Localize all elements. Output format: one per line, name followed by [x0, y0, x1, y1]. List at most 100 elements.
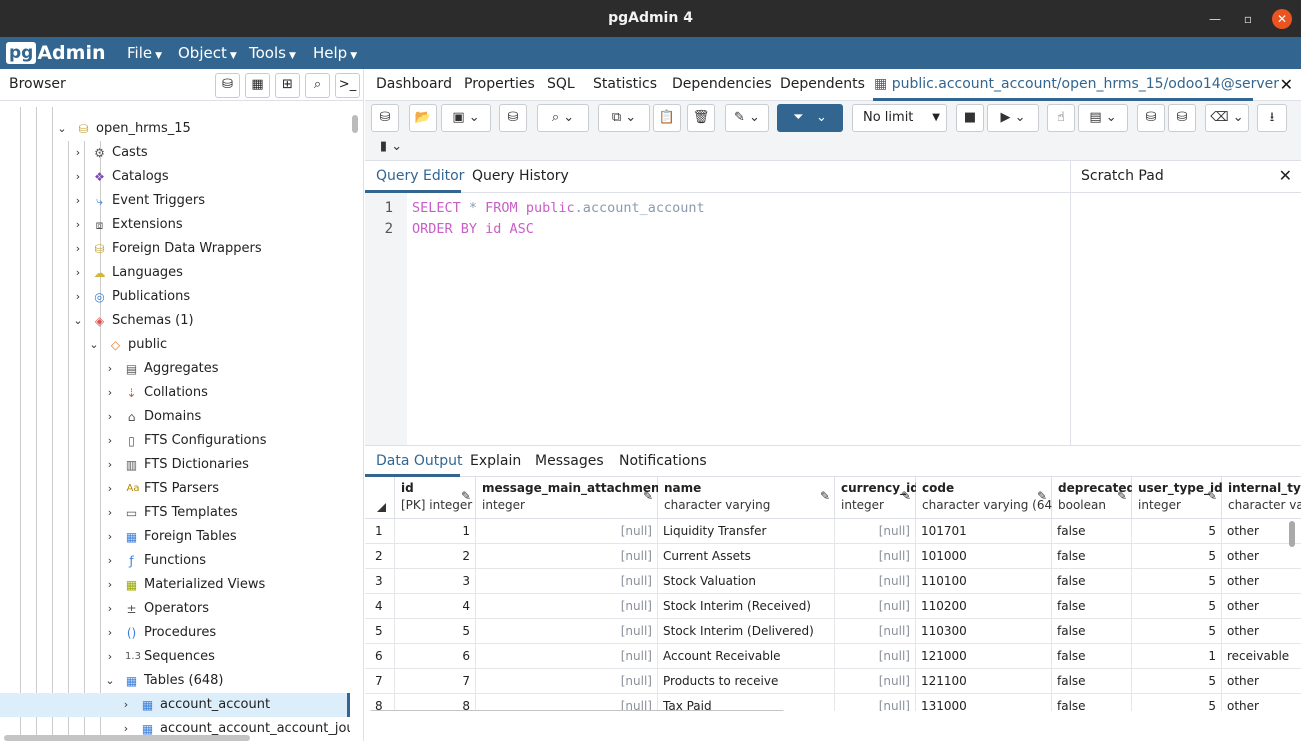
tree-item[interactable]: ⌄ ⛁ open_hrms_15 — [0, 117, 350, 141]
tab-statistics[interactable]: Statistics — [593, 76, 657, 92]
tab-messages[interactable]: Messages — [535, 453, 604, 469]
psql-tool-icon[interactable]: >_ — [335, 73, 360, 98]
menu-file[interactable]: File ▼ — [127, 37, 162, 69]
table-cell[interactable]: Tax Paid — [658, 694, 835, 711]
table-cell[interactable]: 1 — [1132, 644, 1222, 669]
table-cell[interactable]: [null] — [835, 619, 916, 644]
table-cell[interactable]: 110300 — [916, 619, 1052, 644]
table-cell[interactable]: other — [1222, 594, 1301, 619]
chevron-right-icon[interactable]: › — [104, 549, 116, 573]
table-cell[interactable]: other — [1222, 669, 1301, 694]
table-cell[interactable]: [null] — [476, 669, 658, 694]
tab-dashboard[interactable]: Dashboard — [376, 76, 452, 92]
chevron-right-icon[interactable]: › — [104, 501, 116, 525]
table-cell[interactable]: Products to receive — [658, 669, 835, 694]
tree-item[interactable]: › () Procedures — [0, 621, 350, 645]
table-cell[interactable]: [null] — [476, 544, 658, 569]
tree-vertical-scrollbar[interactable] — [352, 115, 358, 133]
tree-item[interactable]: › ▦ Materialized Views — [0, 573, 350, 597]
paste-icon[interactable]: 📋 — [653, 104, 681, 132]
chevron-right-icon[interactable]: › — [104, 453, 116, 477]
tab-properties[interactable]: Properties — [464, 76, 535, 92]
tab-dependents[interactable]: Dependents — [780, 76, 865, 92]
table-cell[interactable]: [null] — [835, 569, 916, 594]
table-cell[interactable]: false — [1052, 669, 1132, 694]
tree-item[interactable]: › ◎ Publications — [0, 285, 350, 309]
tab-query-history[interactable]: Query History — [472, 168, 569, 184]
tree-item[interactable]: › Aa FTS Parsers — [0, 477, 350, 501]
explain-analyze-icon[interactable]: ▤ ⌄ — [1078, 104, 1128, 132]
table-cell[interactable]: false — [1052, 519, 1132, 544]
chevron-right-icon[interactable]: › — [104, 645, 116, 669]
table-cell[interactable]: other — [1222, 569, 1301, 594]
chevron-right-icon[interactable]: › — [72, 261, 84, 285]
tree-item[interactable]: › ▦ account_account_account_journa — [0, 717, 350, 735]
grid-vertical-scrollbar[interactable] — [1289, 521, 1295, 547]
table-cell[interactable]: [null] — [476, 569, 658, 594]
select-all-corner[interactable] — [365, 477, 395, 519]
filter-rows-icon[interactable]: ⊞ — [275, 73, 300, 98]
macros-icon[interactable]: ▮ ⌄ — [371, 134, 411, 162]
chevron-right-icon[interactable]: › — [104, 477, 116, 501]
explain-icon[interactable]: ☝ — [1047, 104, 1075, 132]
tab-sql[interactable]: SQL — [547, 76, 575, 92]
tree-item[interactable]: › ⌂ Domains — [0, 405, 350, 429]
view-data-icon[interactable]: ▦ — [245, 73, 270, 98]
chevron-right-icon[interactable]: › — [72, 285, 84, 309]
table-cell[interactable]: false — [1052, 619, 1132, 644]
table-cell[interactable]: [null] — [476, 519, 658, 544]
table-cell[interactable]: false — [1052, 569, 1132, 594]
row-number[interactable]: 8 — [365, 694, 395, 711]
tree-item[interactable]: › ❖ Catalogs — [0, 165, 350, 189]
save-data-icon[interactable]: ⛁ — [499, 104, 527, 132]
table-cell[interactable]: [null] — [476, 594, 658, 619]
table-cell[interactable]: 110100 — [916, 569, 1052, 594]
tree-item[interactable]: › ⇣ Collations — [0, 381, 350, 405]
table-cell[interactable]: [null] — [835, 644, 916, 669]
chevron-down-icon[interactable]: ⌄ — [56, 117, 68, 141]
table-cell[interactable]: Stock Valuation — [658, 569, 835, 594]
limit-select[interactable]: No limit ▼ — [852, 104, 947, 132]
close-tab-icon[interactable]: ✕ — [1280, 75, 1293, 94]
tree-item[interactable]: › ⛁ Foreign Data Wrappers — [0, 237, 350, 261]
tree-horizontal-scrollbar[interactable] — [4, 735, 250, 741]
row-number[interactable]: 1 — [365, 519, 395, 544]
table-cell[interactable]: 4 — [395, 594, 476, 619]
search-icon[interactable]: ⌕ — [305, 73, 330, 98]
chevron-right-icon[interactable]: › — [72, 141, 84, 165]
table-cell[interactable]: 5 — [1132, 519, 1222, 544]
tab-dependencies[interactable]: Dependencies — [672, 76, 772, 92]
table-cell[interactable]: 101000 — [916, 544, 1052, 569]
table-cell[interactable]: other — [1222, 544, 1301, 569]
table-cell[interactable]: 5 — [1132, 694, 1222, 711]
database-connect-icon[interactable]: ⛁ — [371, 104, 399, 132]
table-cell[interactable]: false — [1052, 644, 1132, 669]
chevron-down-icon[interactable]: ⌄ — [72, 309, 84, 333]
table-cell[interactable]: 110200 — [916, 594, 1052, 619]
table-cell[interactable]: 1 — [395, 519, 476, 544]
table-cell[interactable]: 2 — [395, 544, 476, 569]
table-cell[interactable]: 5 — [1132, 544, 1222, 569]
table-cell[interactable]: 131000 — [916, 694, 1052, 711]
table-cell[interactable]: false — [1052, 544, 1132, 569]
table-cell[interactable]: 8 — [395, 694, 476, 711]
save-file-icon[interactable]: ▣ ⌄ — [441, 104, 491, 132]
table-cell[interactable]: 5 — [1132, 669, 1222, 694]
chevron-right-icon[interactable]: › — [120, 717, 132, 735]
table-cell[interactable]: Account Receivable — [658, 644, 835, 669]
table-cell[interactable]: 101701 — [916, 519, 1052, 544]
tree-item[interactable]: › ƒ Functions — [0, 549, 350, 573]
grid-horizontal-scrollbar[interactable] — [369, 710, 785, 711]
chevron-right-icon[interactable]: › — [104, 597, 116, 621]
table-cell[interactable]: [null] — [476, 644, 658, 669]
tree-item[interactable]: › ± Operators — [0, 597, 350, 621]
open-file-icon[interactable]: 📂 — [409, 104, 437, 132]
sql-editor[interactable]: 1 SELECT * FROM public.account_account 2 OR… — [365, 193, 1070, 445]
column-header[interactable]: currency_id integer ✎ — [835, 477, 919, 519]
chevron-down-icon[interactable]: ⌄ — [104, 669, 116, 693]
chevron-right-icon[interactable]: › — [72, 213, 84, 237]
chevron-right-icon[interactable]: › — [72, 237, 84, 261]
menu-tools[interactable]: Tools ▼ — [249, 37, 296, 69]
table-cell[interactable]: 6 — [395, 644, 476, 669]
chevron-right-icon[interactable]: › — [120, 693, 132, 717]
